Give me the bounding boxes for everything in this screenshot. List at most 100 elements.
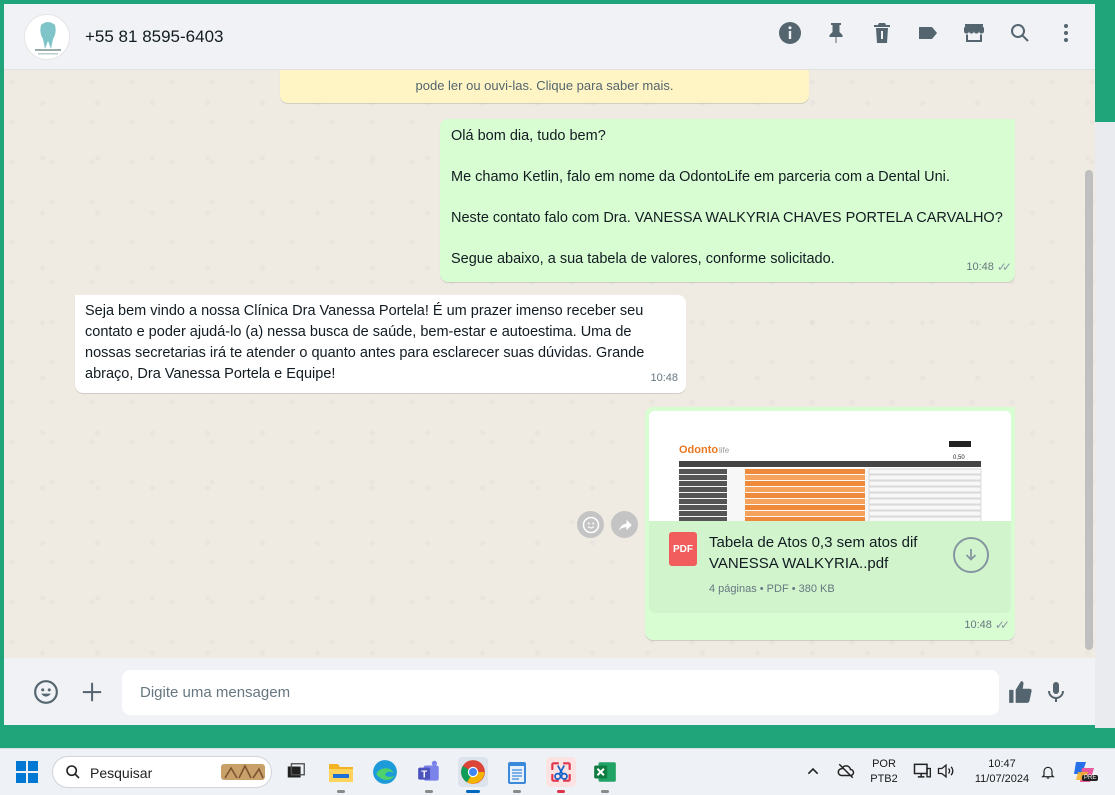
running-indicator [601, 790, 609, 793]
copilot-icon[interactable]: PRE [1070, 758, 1099, 786]
edge-icon[interactable] [370, 757, 400, 787]
thumb-row-cell [745, 499, 865, 504]
thumb-row-cell [745, 511, 865, 516]
file-explorer-icon[interactable] [326, 757, 356, 793]
start-button[interactable] [16, 761, 38, 783]
language-top: POR [872, 758, 896, 770]
excel-icon[interactable] [590, 757, 620, 793]
thumb-row-label [679, 511, 727, 516]
thumb-row-label [679, 481, 727, 486]
message-line: Me chamo Ketlin, falo em nome da OdontoL… [451, 169, 950, 185]
chat-header: +55 81 8595-6403 [4, 4, 1095, 70]
copilot-badge: PRE [1082, 775, 1099, 781]
svg-text:Odonto: Odonto [679, 444, 718, 456]
snipping-tool-icon[interactable] [546, 757, 576, 793]
svg-text:0,50: 0,50 [953, 455, 965, 461]
menu-icon[interactable] [1053, 20, 1079, 46]
message-input[interactable] [122, 670, 999, 715]
double-check-icon: ✓✓ [996, 260, 1012, 274]
avatar[interactable] [24, 14, 70, 60]
forward-button[interactable] [611, 511, 638, 538]
thumb-row-cell [745, 469, 865, 474]
whatsapp-window: +55 81 8595-6403 pode ler ou ouvi-las. C… [4, 4, 1095, 725]
thumb-row-label [679, 487, 727, 492]
monitor-icon[interactable] [912, 761, 932, 786]
running-indicator [425, 790, 433, 793]
notepad-icon[interactable] [502, 757, 532, 793]
download-icon [965, 549, 977, 561]
chevron-up-icon[interactable] [805, 763, 821, 784]
pdf-thumbnail: Odonto life 0,50 [649, 411, 1011, 521]
emoji-icon[interactable] [32, 678, 60, 706]
running-indicator [337, 790, 345, 793]
chevron-down-icon[interactable] [987, 415, 1005, 433]
message-line: Neste contato falo com Dra. VANESSA WALK… [451, 210, 1003, 226]
emoji-react-button[interactable] [577, 511, 604, 538]
store-icon[interactable] [961, 20, 987, 46]
chat-area[interactable]: pode ler ou ouvi-las. Clique para saber … [4, 70, 1095, 658]
thumb-row-cell [745, 505, 865, 510]
cloud-off-icon[interactable] [836, 762, 856, 785]
message-time: 10:48 ✓✓ [966, 257, 1012, 278]
double-check-icon: ✓✓ [994, 618, 1010, 632]
volume-icon[interactable] [935, 761, 957, 786]
taskbar-search[interactable]: Pesquisar [52, 756, 272, 788]
clock-time: 10:47 [988, 758, 1016, 770]
thumb-row-label [679, 493, 727, 498]
thumbs-up-icon[interactable] [1006, 678, 1034, 706]
time-text: 10:48 [966, 261, 994, 273]
message-line: Olá bom dia, tudo bem? [451, 128, 606, 144]
windows-taskbar: Pesquisar T POR PTB2 10:47 11/07/2024 PR… [0, 748, 1115, 795]
window-edge-gray [1095, 122, 1115, 728]
thumb-row-cell [745, 475, 865, 480]
time-text: 10:48 [964, 619, 992, 631]
download-button[interactable] [953, 537, 989, 573]
task-view-icon[interactable] [281, 757, 311, 787]
svg-text:life: life [719, 446, 730, 455]
message-line: Segue abaixo, a sua tabela de valores, c… [451, 251, 835, 267]
composer [4, 658, 1095, 725]
header-actions [777, 20, 1079, 46]
info-icon[interactable] [777, 20, 803, 46]
pdf-preview[interactable]: Odonto life 0,50 [649, 411, 1011, 521]
thumb-row-cell [745, 487, 865, 492]
pin-icon[interactable] [823, 20, 849, 46]
label-icon[interactable] [915, 20, 941, 46]
language-indicator[interactable]: POR PTB2 [866, 757, 902, 787]
chat-scrollbar[interactable] [1085, 170, 1093, 650]
pdf-card[interactable]: PDF Tabela de Atos 0,3 sem atos dif VANE… [649, 521, 1011, 613]
outgoing-message[interactable]: Olá bom dia, tudo bem? Me chamo Ketlin, … [440, 119, 1015, 282]
document-message[interactable]: Odonto life 0,50 PDF Tabela de Atos 0,3 … [645, 407, 1015, 640]
teams-icon[interactable]: T [414, 757, 444, 793]
search-label: Pesquisar [90, 765, 153, 781]
pdf-file-meta: 4 páginas • PDF • 380 KB [709, 583, 835, 595]
thumb-row-label [679, 469, 727, 474]
svg-text:T: T [421, 769, 427, 780]
running-indicator [557, 790, 565, 793]
clock[interactable]: 10:47 11/07/2024 [966, 757, 1038, 787]
thumb-row-label [679, 505, 727, 510]
notification-bell-icon[interactable] [1040, 763, 1056, 786]
search-highlight-icon [221, 764, 265, 780]
active-indicator [466, 790, 480, 793]
clock-date: 11/07/2024 [974, 773, 1030, 785]
language-bottom: PTB2 [870, 773, 898, 785]
incoming-message[interactable]: Seja bem vindo a nossa Clínica Dra Vanes… [75, 295, 686, 393]
forward-icon [618, 519, 632, 531]
attach-plus-icon[interactable] [78, 678, 106, 706]
search-icon [66, 765, 80, 779]
time-text: 10:48 [650, 372, 678, 384]
microphone-icon[interactable] [1042, 678, 1070, 706]
message-text: Seja bem vindo a nossa Clínica Dra Vanes… [85, 303, 645, 382]
chrome-icon[interactable] [458, 757, 488, 793]
pdf-file-icon: PDF [669, 532, 697, 566]
delete-icon[interactable] [869, 20, 895, 46]
encryption-notice[interactable]: pode ler ou ouvi-las. Clique para saber … [280, 70, 809, 103]
thumb-row-label [679, 499, 727, 504]
thumb-row-label [679, 475, 727, 480]
search-icon[interactable] [1007, 20, 1033, 46]
thumb-row-cell [745, 493, 865, 498]
message-time: 10:48 ✓✓ [964, 615, 1010, 636]
contact-name[interactable]: +55 81 8595-6403 [85, 27, 224, 47]
smiley-icon [582, 516, 599, 533]
